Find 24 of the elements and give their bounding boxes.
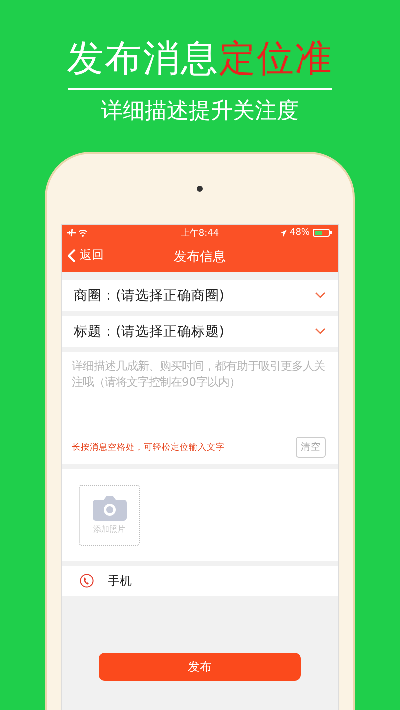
back-button[interactable]: 返回 — [68, 247, 104, 264]
contact-label: 手机 — [108, 572, 132, 590]
nav-title: 发布信息 — [174, 248, 226, 266]
select-field[interactable]: 标题：(请选择正确标题) — [62, 316, 338, 347]
airplane-icon — [67, 229, 76, 237]
select-field[interactable]: 商圈：(请选择正确商圈) — [62, 280, 338, 311]
wifi-icon — [79, 230, 87, 236]
publish-button[interactable]: 发布 — [99, 653, 301, 681]
chevron-down-icon — [315, 292, 326, 299]
phone-icon — [80, 574, 94, 588]
battery-percent: 48% — [290, 228, 310, 238]
add-photo-button[interactable]: 添加照片 — [79, 484, 140, 546]
subtitle: 详细描述提升关注度 — [101, 98, 299, 126]
camera-dot — [197, 186, 203, 192]
clear-button[interactable]: 清空 — [296, 437, 326, 458]
hint-text: 长按消息空格处，可轻松定位输入文字 — [72, 442, 225, 454]
status-time: 上午8:44 — [180, 228, 220, 240]
chevron-down-icon — [315, 328, 326, 335]
battery-icon — [313, 229, 333, 237]
camera-icon — [92, 495, 126, 521]
description-placeholder[interactable]: 详细描述几成新、购买时间，都有助于吸引更多人关注哦（请将文字控制在90字以内） — [72, 358, 326, 390]
headline: 发布消息定位准 — [67, 36, 333, 82]
back-chevron-icon — [68, 248, 76, 262]
location-icon — [280, 230, 287, 236]
